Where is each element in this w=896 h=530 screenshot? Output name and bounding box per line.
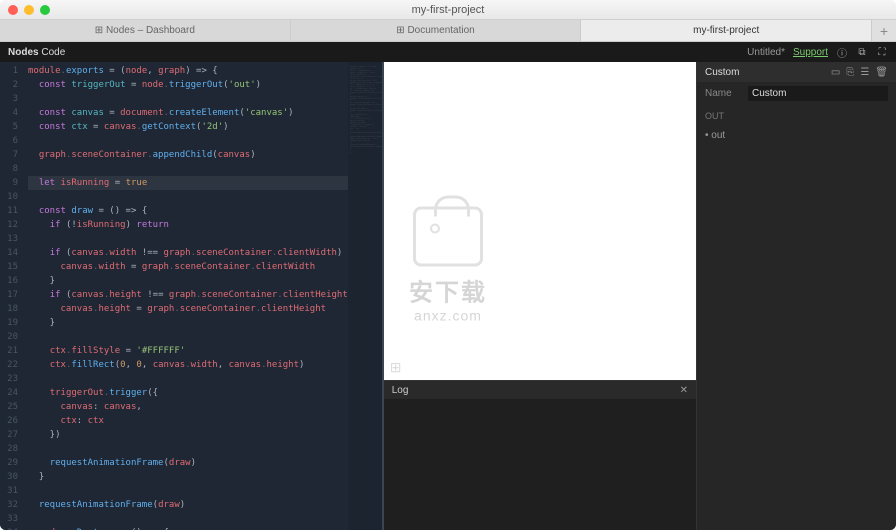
fullscreen-icon[interactable]: ⛶	[876, 46, 888, 58]
log-header: Log ✕	[384, 381, 696, 399]
preview-column: ⊞ Log ✕	[384, 62, 696, 530]
info-icon[interactable]: ⓘ	[836, 46, 848, 58]
tab-documentation[interactable]: ⊞ Documentation	[291, 20, 582, 41]
out-section-label: OUT	[697, 105, 896, 127]
main-area: 1234567891011121314151617181920212223242…	[0, 62, 896, 530]
close-icon[interactable]	[8, 5, 18, 15]
name-row: Name	[697, 82, 896, 105]
mode-nodes[interactable]: Nodes	[8, 47, 39, 58]
support-link[interactable]: Support	[793, 47, 828, 58]
line-gutter: 1234567891011121314151617181920212223242…	[0, 62, 22, 530]
preview-canvas: ⊞	[384, 62, 696, 380]
close-log-icon[interactable]: ✕	[680, 385, 688, 396]
maximize-icon[interactable]	[40, 5, 50, 15]
log-title: Log	[392, 385, 409, 396]
trash-icon[interactable]: 🗑	[875, 67, 888, 78]
mode-switcher[interactable]: Nodes Code	[8, 47, 65, 58]
untitled-label: Untitled*	[747, 47, 785, 58]
tabbar: ⊞ Nodes – Dashboard ⊞ Documentation my-f…	[0, 20, 896, 42]
panel-icon-2[interactable]: ⎘	[846, 67, 854, 78]
code-content[interactable]: module.exports = (node, graph) => { cons…	[22, 62, 348, 530]
code-editor[interactable]: 1234567891011121314151617181920212223242…	[0, 62, 382, 530]
editor-column: 1234567891011121314151617181920212223242…	[0, 62, 384, 530]
add-tab-button[interactable]: +	[872, 20, 896, 41]
inspector-panel: Custom ▭ ⎘ ☰ 🗑 Name OUT • out	[696, 62, 896, 530]
mode-code[interactable]: Code	[41, 47, 65, 58]
tab-project[interactable]: my-first-project	[581, 20, 872, 41]
preview-logo-icon: ⊞	[390, 359, 402, 376]
log-panel: Log ✕	[384, 380, 696, 530]
minimap[interactable]: module.exports = (node, graph) => { cons…	[348, 62, 382, 530]
copy-icon[interactable]: ⧉	[856, 46, 868, 58]
window-title: my-first-project	[412, 4, 485, 16]
panel-icon-1[interactable]: ▭	[831, 67, 840, 78]
tab-nodes-dashboard[interactable]: ⊞ Nodes – Dashboard	[0, 20, 291, 41]
titlebar: my-first-project	[0, 0, 896, 20]
name-input[interactable]	[748, 86, 888, 101]
toolbar: Nodes Code Untitled* Support ⓘ ⧉ ⛶	[0, 42, 896, 62]
inspector-header: Custom ▭ ⎘ ☰ 🗑	[697, 62, 896, 82]
minimize-icon[interactable]	[24, 5, 34, 15]
traffic-lights	[8, 5, 50, 15]
out-item[interactable]: • out	[697, 127, 896, 144]
name-label: Name	[705, 88, 748, 99]
panel-icon-3[interactable]: ☰	[860, 67, 869, 78]
inspector-title: Custom	[705, 67, 739, 78]
